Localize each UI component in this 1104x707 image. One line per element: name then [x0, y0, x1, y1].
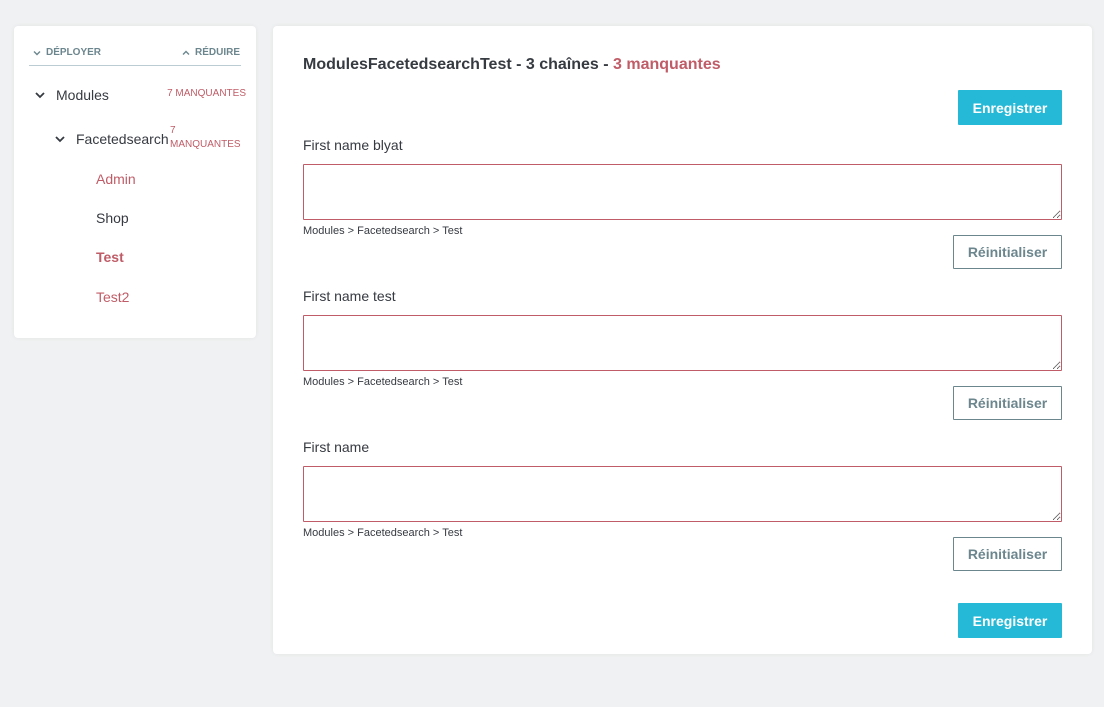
translation-textarea[interactable]	[303, 315, 1062, 371]
translation-form-panel: ModulesFacetedsearchTest - 3 chaînes - 3…	[273, 26, 1092, 654]
tree-node-facetedsearch[interactable]: Facetedsearch 7 MANQUANTES	[54, 124, 246, 154]
collapse-all-label: RÉDUIRE	[194, 47, 240, 58]
reset-button[interactable]: Réinitialiser	[953, 537, 1062, 571]
tree-node-modules[interactable]: Modules 7 MANQUANTES	[34, 84, 246, 106]
title-text: ModulesFacetedsearchTest - 3 chaînes -	[303, 56, 614, 73]
field-label: First name blyat	[303, 137, 403, 153]
collapse-all-button[interactable]: RÉDUIRE	[182, 47, 240, 58]
reset-button[interactable]: Réinitialiser	[953, 386, 1062, 420]
missing-count: 7	[170, 125, 176, 136]
field-label: First name	[303, 439, 370, 455]
chevron-up-icon	[182, 50, 190, 55]
tree-node-label: Modules	[56, 87, 109, 103]
expand-all-button[interactable]: DÉPLOYER	[33, 47, 101, 58]
field-breadcrumb: Modules > Facetedsearch > Test	[303, 527, 463, 539]
field-breadcrumb: Modules > Facetedsearch > Test	[303, 225, 463, 237]
missing-count-badge: 7 MANQUANTES	[170, 124, 250, 152]
tree-leaf-test2[interactable]: Test2	[96, 289, 129, 305]
title-missing-count: 3 manquantes	[613, 56, 721, 73]
tree-actions-bar: DÉPLOYER RÉDUIRE	[29, 45, 241, 66]
reset-button[interactable]: Réinitialiser	[953, 235, 1062, 269]
tree-leaf-shop[interactable]: Shop	[96, 210, 129, 226]
missing-count-badge: 7 MANQUANTES	[167, 88, 246, 99]
translation-textarea[interactable]	[303, 466, 1062, 522]
save-button-top[interactable]: Enregistrer	[958, 90, 1062, 125]
translation-tree-sidebar: DÉPLOYER RÉDUIRE Modules 7 MANQUANTES Fa…	[14, 26, 256, 338]
field-breadcrumb: Modules > Facetedsearch > Test	[303, 376, 463, 388]
page-title: ModulesFacetedsearchTest - 3 chaînes - 3…	[303, 56, 721, 74]
field-label: First name test	[303, 288, 396, 304]
translation-textarea[interactable]	[303, 164, 1062, 220]
tree-leaf-admin[interactable]: Admin	[96, 171, 136, 187]
save-button-bottom[interactable]: Enregistrer	[958, 603, 1062, 638]
missing-word: MANQUANTES	[170, 139, 241, 150]
chevron-down-icon	[55, 136, 65, 143]
chevron-down-icon	[35, 92, 45, 99]
expand-all-label: DÉPLOYER	[46, 47, 102, 58]
tree-node-label: Facetedsearch	[76, 131, 169, 147]
chevron-down-icon	[33, 50, 41, 55]
tree-leaf-test[interactable]: Test	[96, 249, 124, 265]
